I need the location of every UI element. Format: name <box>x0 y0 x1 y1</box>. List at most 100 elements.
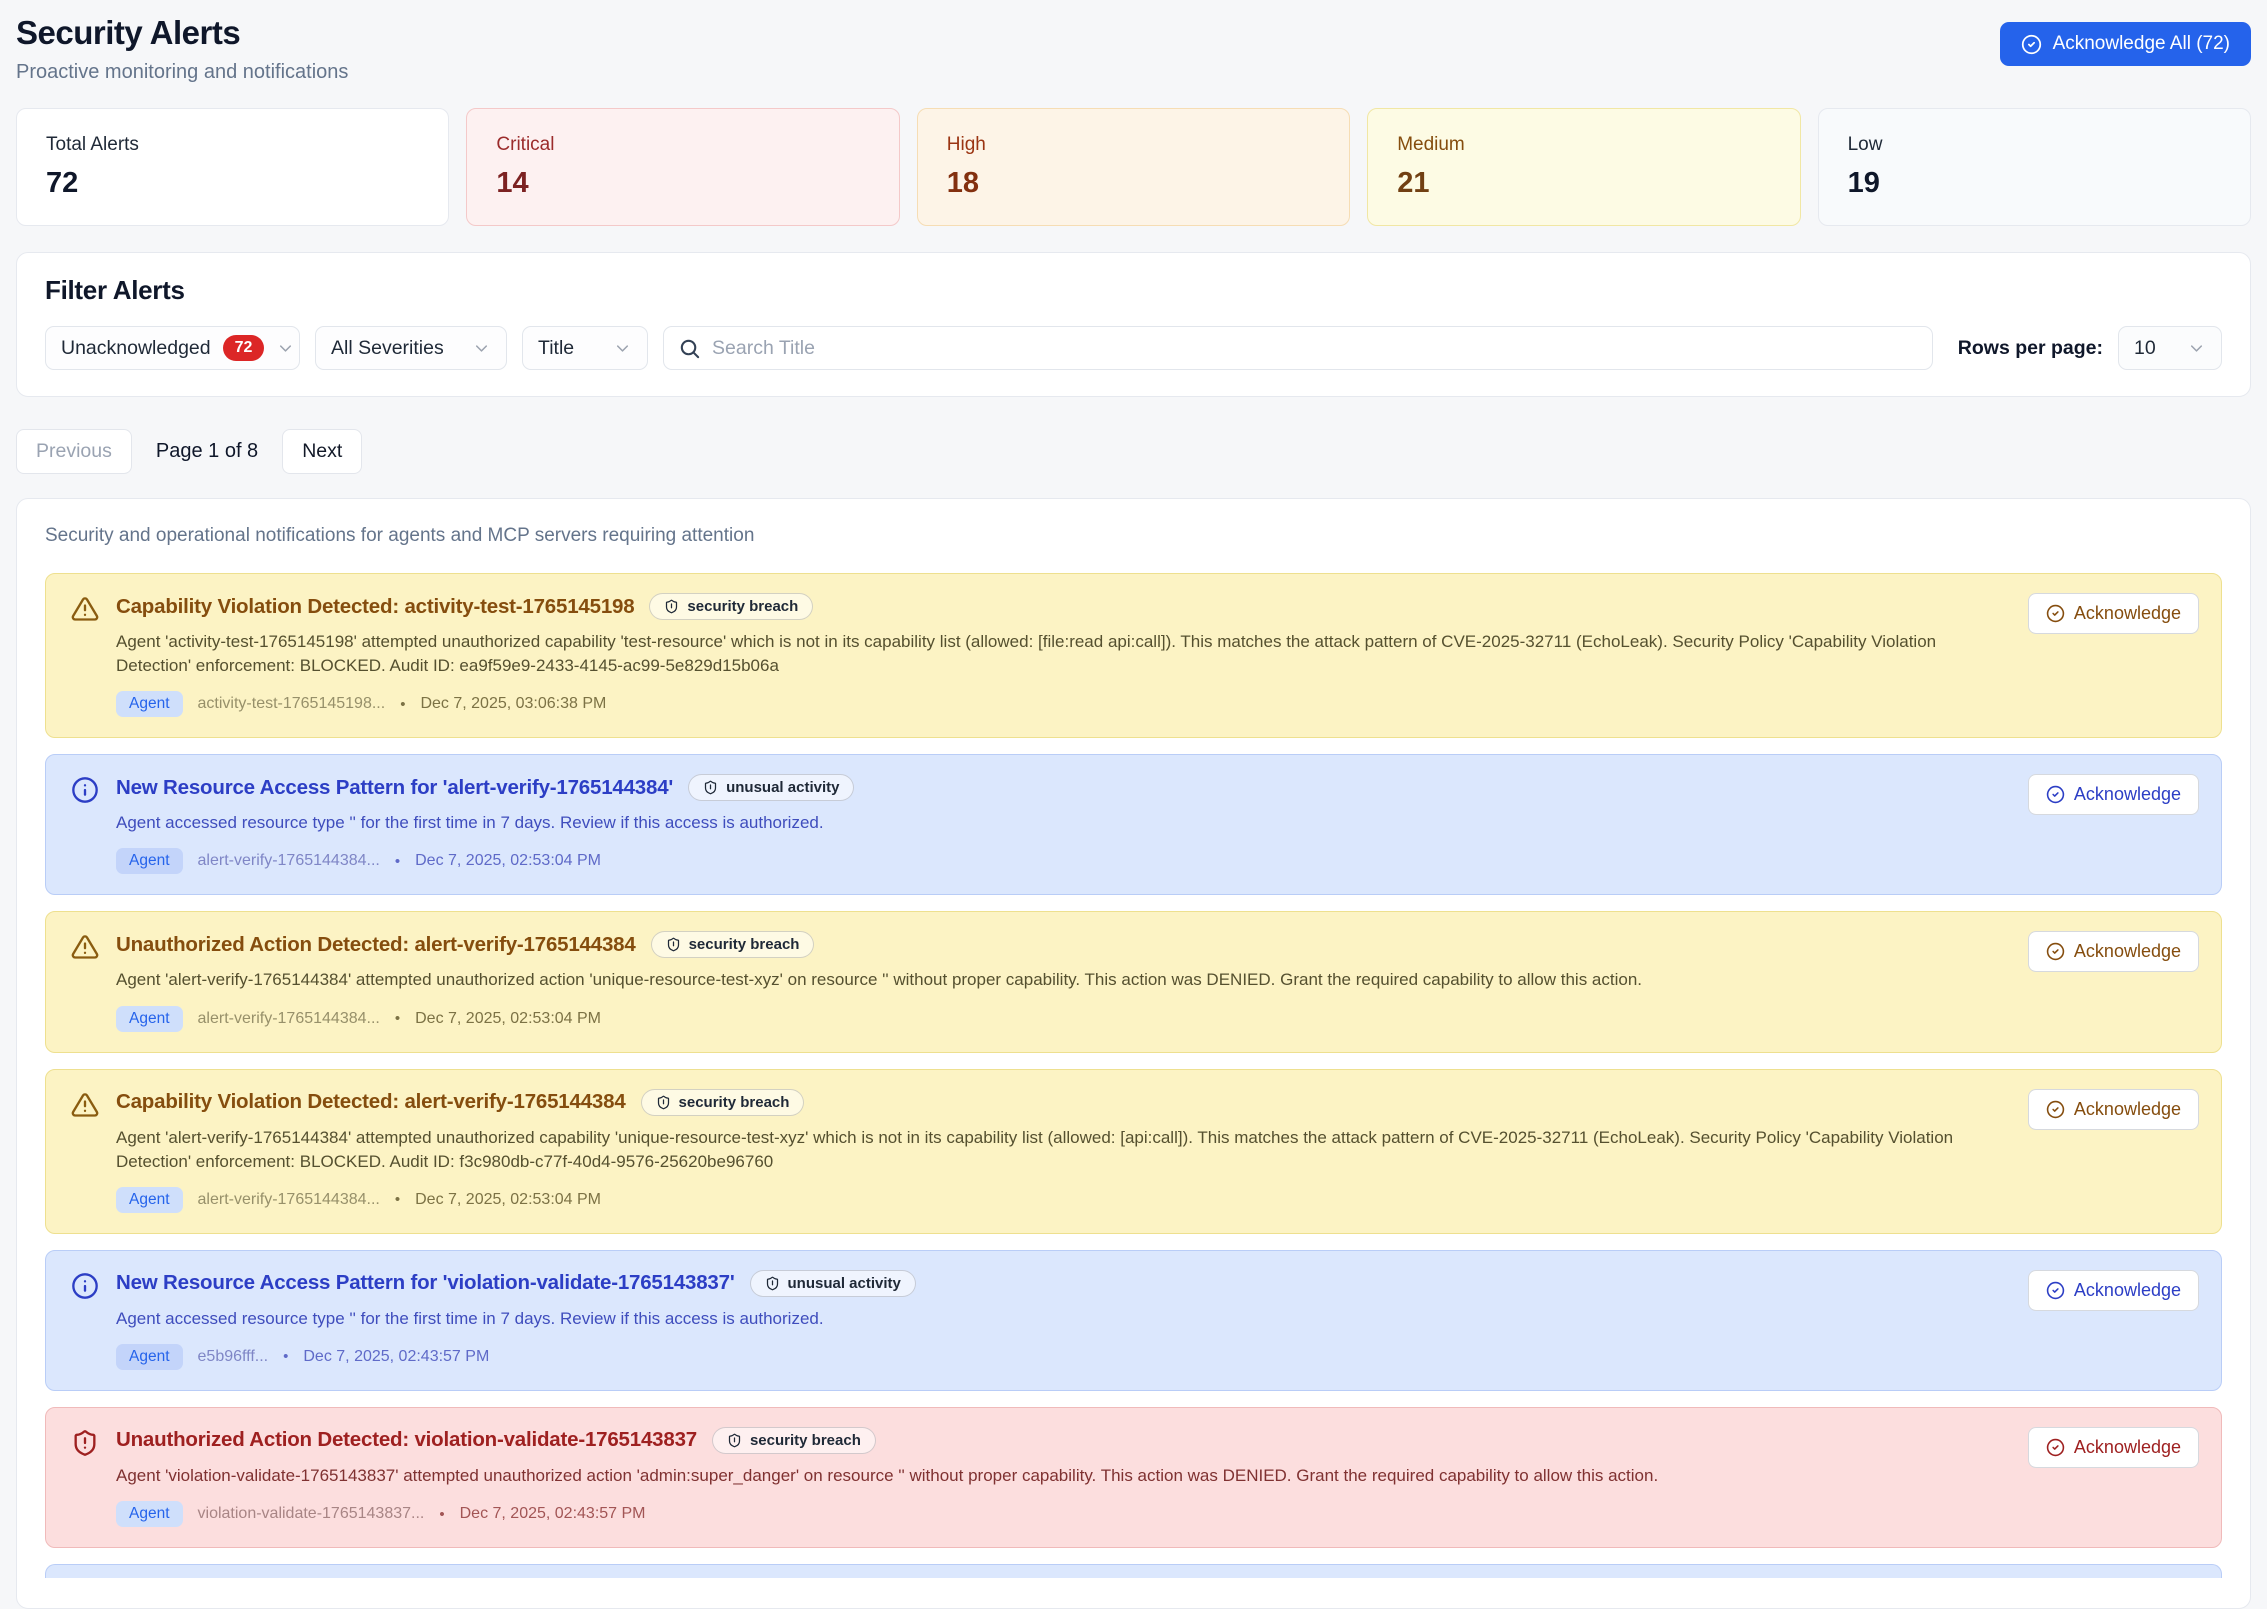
alert-type-badge: unusual activity <box>750 1270 916 1297</box>
alert-meta: Agent alert-verify-1765144384... • Dec 7… <box>116 848 2004 874</box>
acknowledge-button-label: Acknowledge <box>2074 1280 2181 1301</box>
shield-icon <box>656 1095 671 1110</box>
check-circle-icon <box>2021 34 2042 55</box>
page-status: Page 1 of 8 <box>156 440 258 463</box>
alert-severity-icon-slot <box>71 776 99 804</box>
entity-type-badge: Agent <box>116 1006 183 1032</box>
search-field-value: Title <box>538 337 574 360</box>
separator-dot: • <box>283 1348 288 1365</box>
alert-card: New Resource Access Pattern for 'violati… <box>45 1250 2222 1391</box>
alert-title: New Resource Access Pattern for 'violati… <box>116 1271 735 1295</box>
entity-id: alert-verify-1765144384... <box>198 852 380 870</box>
info-circle-icon <box>71 776 99 804</box>
alert-type-badge-label: security breach <box>679 1094 790 1111</box>
next-page-button[interactable]: Next <box>282 429 362 474</box>
alert-timestamp: Dec 7, 2025, 02:53:04 PM <box>415 852 601 870</box>
alert-description: Agent accessed resource type '' for the … <box>116 1307 2004 1331</box>
alert-title: Capability Violation Detected: alert-ver… <box>116 1090 626 1114</box>
alert-timestamp: Dec 7, 2025, 03:06:38 PM <box>420 695 606 713</box>
shield-icon <box>664 599 679 614</box>
chevron-down-icon <box>276 339 295 358</box>
alert-severity-icon-slot <box>71 1429 99 1457</box>
shield-icon <box>727 1433 742 1448</box>
entity-id: e5b96fff... <box>198 1348 269 1366</box>
alert-content-area: Unauthorized Action Detected: violation-… <box>71 1427 2004 1527</box>
pagination: Previous Page 1 of 8 Next <box>16 429 2251 474</box>
alert-meta: Agent alert-verify-1765144384... • Dec 7… <box>116 1006 2004 1032</box>
stat-label: Total Alerts <box>46 134 419 156</box>
entity-id: alert-verify-1765144384... <box>198 1191 380 1209</box>
shield-icon <box>703 780 718 795</box>
acknowledged-filter-value: Unacknowledged <box>61 337 211 360</box>
rows-per-page-select[interactable]: 10 <box>2118 326 2222 370</box>
alert-type-badge: security breach <box>649 593 813 620</box>
stat-value: 19 <box>1848 167 2221 200</box>
stat-label: Critical <box>496 134 869 156</box>
alert-type-badge-label: unusual activity <box>788 1275 901 1292</box>
acknowledge-all-label: Acknowledge All (72) <box>2053 33 2230 55</box>
alert-description: Agent 'activity-test-1765145198' attempt… <box>116 630 2004 678</box>
entity-type-badge: Agent <box>116 691 183 717</box>
acknowledge-button[interactable]: Acknowledge <box>2028 593 2199 634</box>
check-circle-icon <box>2046 1438 2065 1457</box>
search-icon <box>678 337 701 360</box>
stat-card-medium: Medium 21 <box>1367 108 1800 226</box>
stat-value: 72 <box>46 167 419 200</box>
search-field-select[interactable]: Title <box>522 326 648 370</box>
alert-timestamp: Dec 7, 2025, 02:43:57 PM <box>460 1505 646 1523</box>
entity-id: violation-validate-1765143837... <box>198 1505 425 1523</box>
alert-severity-icon-slot <box>71 933 99 961</box>
acknowledge-button-label: Acknowledge <box>2074 1437 2181 1458</box>
filter-controls: Unacknowledged 72 All Severities Title R… <box>45 326 2222 370</box>
stat-card-total-alerts: Total Alerts 72 <box>16 108 449 226</box>
acknowledge-button[interactable]: Acknowledge <box>2028 1270 2199 1311</box>
entity-type-badge: Agent <box>116 1501 183 1527</box>
acknowledge-button[interactable]: Acknowledge <box>2028 1427 2199 1468</box>
alert-meta: Agent violation-validate-1765143837... •… <box>116 1501 2004 1527</box>
search-input[interactable] <box>712 337 1918 360</box>
page-subtitle: Proactive monitoring and notifications <box>16 61 348 84</box>
alert-card: Capability Violation Detected: alert-ver… <box>45 1069 2222 1234</box>
entity-type-badge: Agent <box>116 848 183 874</box>
alert-severity-icon-slot <box>71 1272 99 1300</box>
alert-card: Unauthorized Action Detected: alert-veri… <box>45 911 2222 1052</box>
alert-type-badge: security breach <box>641 1089 805 1116</box>
acknowledge-button[interactable]: Acknowledge <box>2028 931 2199 972</box>
entity-id: activity-test-1765145198... <box>198 695 386 713</box>
severity-filter-select[interactable]: All Severities <box>315 326 507 370</box>
warning-triangle-icon <box>71 1091 99 1119</box>
check-circle-icon <box>2046 604 2065 623</box>
acknowledge-button-label: Acknowledge <box>2074 784 2181 805</box>
alert-type-badge: security breach <box>712 1427 876 1454</box>
alert-timestamp: Dec 7, 2025, 02:43:57 PM <box>303 1348 489 1366</box>
alert-description: Agent accessed resource type '' for the … <box>116 811 2004 835</box>
info-circle-icon <box>71 1272 99 1300</box>
alert-description: Agent 'alert-verify-1765144384' attempte… <box>116 968 2004 992</box>
filter-heading: Filter Alerts <box>45 275 2222 306</box>
alert-title: Unauthorized Action Detected: violation-… <box>116 1428 697 1452</box>
acknowledged-filter-select[interactable]: Unacknowledged 72 <box>45 326 300 370</box>
severity-filter-value: All Severities <box>331 337 444 360</box>
stat-value: 14 <box>496 167 869 200</box>
check-circle-icon <box>2046 785 2065 804</box>
warning-triangle-icon <box>71 595 99 623</box>
alert-severity-icon-slot <box>71 1091 99 1119</box>
stat-card-high: High 18 <box>917 108 1350 226</box>
acknowledge-all-button[interactable]: Acknowledge All (72) <box>2000 22 2251 66</box>
separator-dot: • <box>395 1010 400 1027</box>
warning-triangle-icon <box>71 933 99 961</box>
alert-title: Capability Violation Detected: activity-… <box>116 595 634 619</box>
alert-card: Capability Violation Detected: activity-… <box>45 573 2222 738</box>
alert-timestamp: Dec 7, 2025, 02:53:04 PM <box>415 1191 601 1209</box>
alert-content-area: New Resource Access Pattern for 'violati… <box>71 1270 2004 1370</box>
alert-meta: Agent e5b96fff... • Dec 7, 2025, 02:43:5… <box>116 1344 2004 1370</box>
unacknowledged-count-badge: 72 <box>223 335 265 360</box>
shield-icon <box>666 937 681 952</box>
alert-description: Agent 'violation-validate-1765143837' at… <box>116 1464 2004 1488</box>
stat-value: 18 <box>947 167 1320 200</box>
check-circle-icon <box>2046 1100 2065 1119</box>
acknowledge-button[interactable]: Acknowledge <box>2028 774 2199 815</box>
previous-page-button[interactable]: Previous <box>16 429 132 474</box>
alert-type-badge: unusual activity <box>688 774 854 801</box>
acknowledge-button[interactable]: Acknowledge <box>2028 1089 2199 1130</box>
